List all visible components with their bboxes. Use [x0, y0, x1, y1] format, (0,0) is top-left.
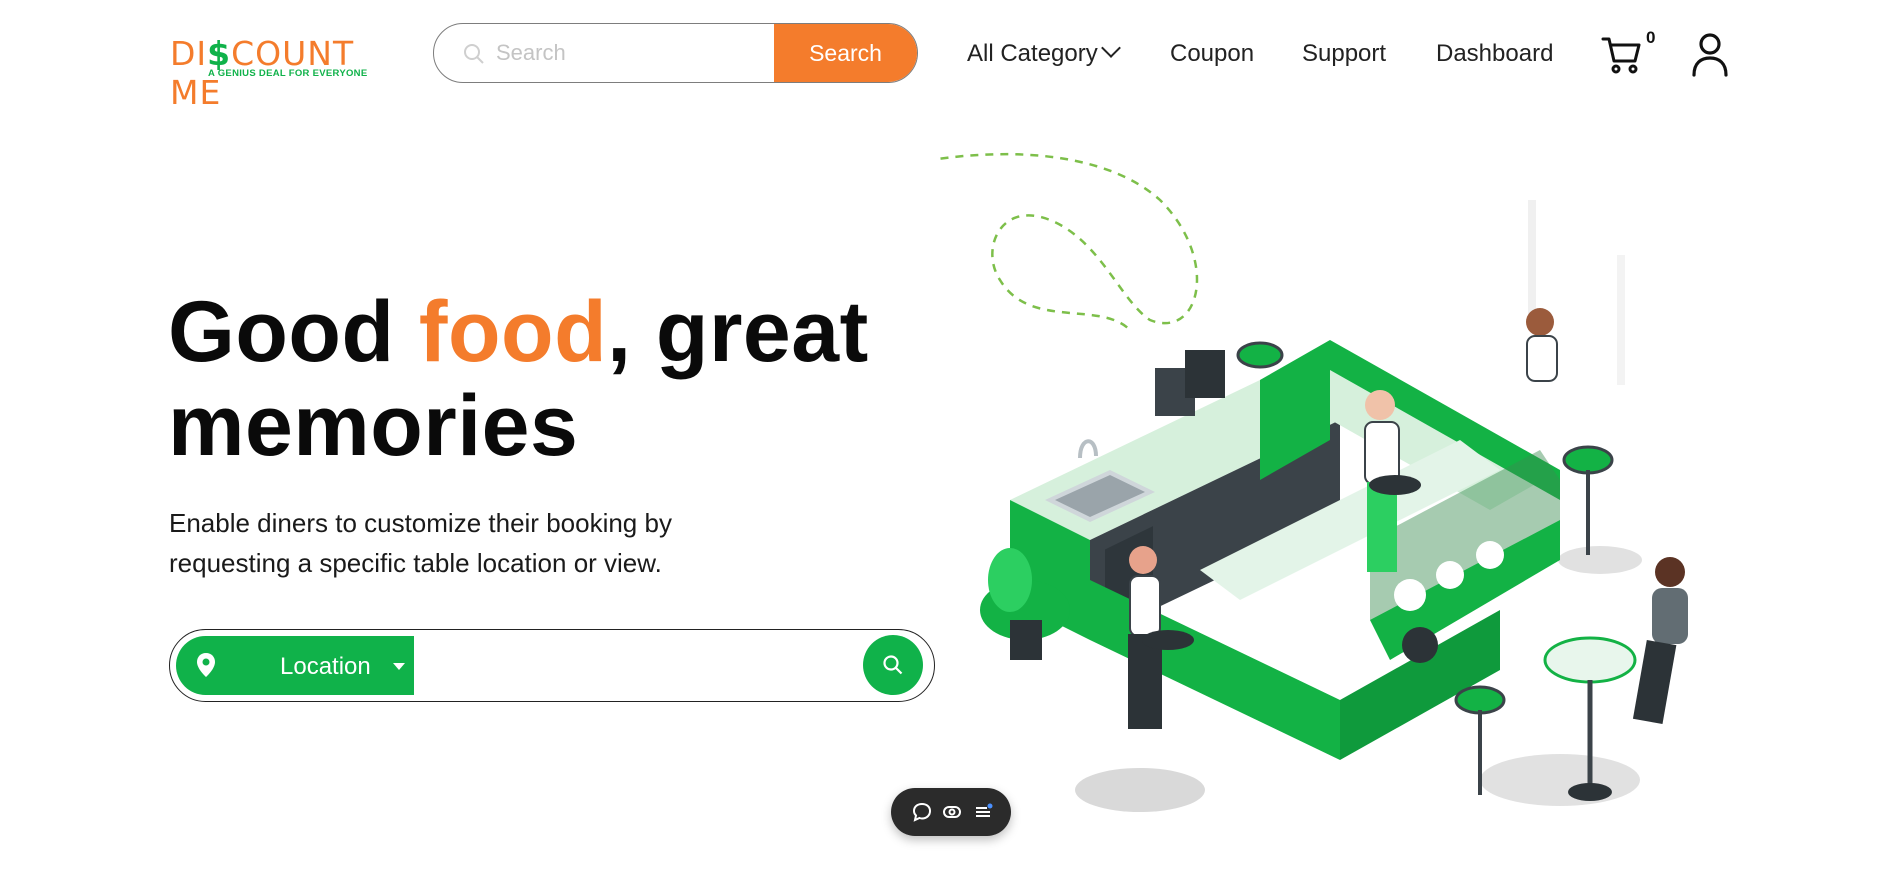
restaurant-illustration	[940, 152, 1688, 812]
nav-all-category-label: All Category	[967, 40, 1098, 67]
cart-count-badge: 0	[1646, 28, 1656, 47]
nav-dashboard[interactable]: Dashboard	[1436, 40, 1553, 68]
search-icon	[464, 44, 484, 64]
chat-bubble-icon[interactable]	[911, 801, 933, 823]
floating-toolbar	[891, 788, 1011, 836]
brand-logo[interactable]: DI$COUNT ME A GENIUS DEAL FOR EVERYONE	[170, 24, 385, 112]
search-input[interactable]	[494, 30, 798, 76]
cart-icon[interactable]	[1600, 32, 1644, 76]
header-search: Search	[433, 23, 918, 83]
location-search-button[interactable]	[863, 635, 923, 695]
hero-description: Enable diners to customize their booking…	[169, 503, 789, 583]
location-dropdown[interactable]: Location	[176, 636, 414, 695]
hero-title-part1: Good	[168, 284, 419, 380]
hero-title: Good food, great memories	[168, 285, 968, 473]
hero-description-line2: requesting a specific table location or …	[169, 548, 662, 578]
search-icon	[883, 655, 903, 675]
menu-list-icon[interactable]	[972, 801, 994, 823]
nav-all-category[interactable]: All Category	[967, 38, 1121, 68]
chevron-down-icon	[1100, 38, 1121, 58]
hero-title-part2: , great	[607, 284, 869, 380]
brand-name-prefix: DI	[170, 34, 208, 73]
location-input[interactable]	[422, 642, 756, 690]
location-dropdown-label: Location	[280, 653, 371, 680]
map-pin-icon	[197, 653, 215, 677]
location-search-bar: Location	[169, 629, 935, 702]
hero-title-accent: food	[418, 284, 608, 380]
nav-support[interactable]: Support	[1302, 40, 1386, 68]
user-account-icon[interactable]	[1690, 31, 1730, 77]
nav-coupon[interactable]: Coupon	[1170, 40, 1254, 68]
caret-down-icon	[393, 663, 405, 670]
hero-title-line2: memories	[168, 378, 579, 474]
search-button[interactable]: Search	[774, 24, 917, 82]
brand-tagline: A GENIUS DEAL FOR EVERYONE	[208, 68, 368, 79]
hero-description-line1: Enable diners to customize their booking…	[169, 508, 672, 538]
site-header: DI$COUNT ME A GENIUS DEAL FOR EVERYONE S…	[0, 0, 1891, 112]
eye-icon[interactable]	[941, 801, 963, 823]
